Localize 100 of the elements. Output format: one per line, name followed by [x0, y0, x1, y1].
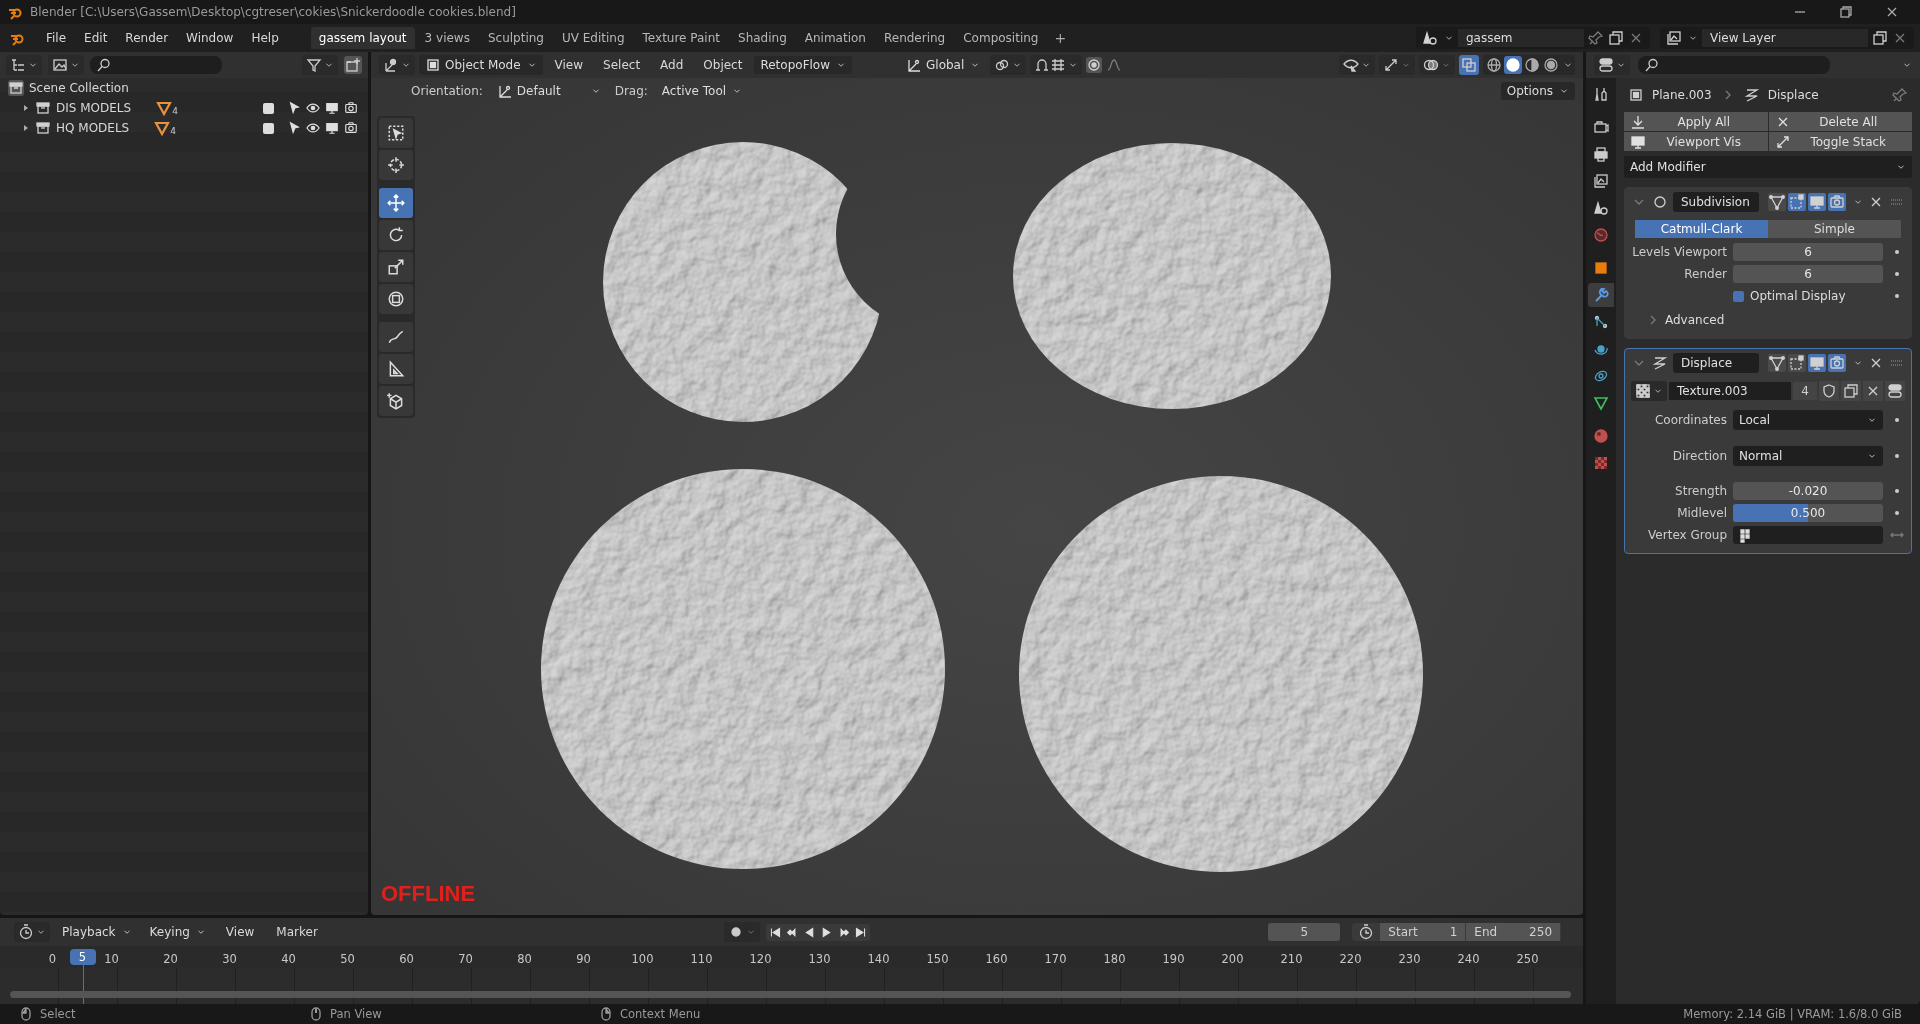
- xray-toggle-icon[interactable]: [1459, 55, 1479, 75]
- editor-type-button[interactable]: [1594, 55, 1630, 75]
- vertices-icon[interactable]: [1768, 193, 1786, 211]
- monitor-icon[interactable]: [325, 121, 339, 135]
- editor-type-button[interactable]: [6, 55, 42, 75]
- transform-orientation-dropdown[interactable]: Global: [900, 55, 987, 75]
- keyframe-dot[interactable]: [1895, 294, 1899, 298]
- add-workspace-button[interactable]: +: [1048, 30, 1073, 46]
- workspace-tab[interactable]: Shading: [730, 27, 795, 49]
- dropdown-field[interactable]: Local: [1733, 410, 1883, 430]
- eye-icon[interactable]: [306, 121, 320, 135]
- scene-icon[interactable]: [1422, 30, 1438, 46]
- type-option-button[interactable]: Catmull-Clark: [1635, 220, 1768, 238]
- orientation-dropdown[interactable]: Default: [490, 81, 607, 101]
- pin-icon[interactable]: [1892, 87, 1908, 103]
- subpanel-header[interactable]: Advanced: [1665, 313, 1725, 327]
- modifier-name-field[interactable]: Displace: [1673, 353, 1759, 373]
- viewport-button[interactable]: Viewport Vis: [1624, 132, 1768, 151]
- workspace-tab[interactable]: Texture Paint: [634, 27, 728, 49]
- shield-icon[interactable]: [1819, 381, 1839, 401]
- annotate-tool-button[interactable]: [379, 322, 413, 352]
- menu-item[interactable]: Edit: [76, 28, 116, 48]
- arrow-pointer-icon[interactable]: [287, 101, 301, 115]
- user-count[interactable]: 4: [1793, 382, 1817, 400]
- slider-field[interactable]: 0.500: [1733, 504, 1883, 522]
- number-field[interactable]: 6: [1733, 243, 1883, 261]
- menu-item[interactable]: Window: [178, 28, 242, 48]
- texture-name-field[interactable]: Texture.003: [1669, 382, 1792, 400]
- add-modifier-dropdown[interactable]: Add Modifier: [1624, 156, 1912, 178]
- pivot-point-button[interactable]: [990, 55, 1027, 75]
- gizmo-button[interactable]: [1379, 55, 1415, 75]
- wireframe-shading-icon[interactable]: [1485, 56, 1503, 74]
- copy-icon[interactable]: [1841, 381, 1861, 401]
- rotate-tool-button[interactable]: [379, 220, 413, 250]
- menu-item[interactable]: Help: [243, 28, 287, 48]
- copy-icon[interactable]: [1608, 30, 1624, 46]
- menu-item[interactable]: View: [217, 922, 263, 942]
- type-option-button[interactable]: Simple: [1768, 220, 1901, 238]
- search-field[interactable]: [90, 56, 222, 74]
- checkbox-label[interactable]: Optimal Display: [1750, 289, 1846, 303]
- arrow-pointer-icon[interactable]: [287, 121, 301, 135]
- proportional-edit-icon[interactable]: [1086, 57, 1103, 73]
- modifier-name-field[interactable]: Subdivision: [1673, 192, 1759, 212]
- options-dropdown[interactable]: Options: [1500, 82, 1575, 100]
- texture-browse-button[interactable]: [1631, 381, 1667, 401]
- addon-menu-dropdown[interactable]: RetopoFlow: [754, 56, 853, 74]
- scene-name-field[interactable]: gassem: [1458, 29, 1584, 47]
- end-frame-field[interactable]: End 250: [1466, 923, 1561, 941]
- search-field[interactable]: [1638, 56, 1830, 74]
- dashed-square-icon[interactable]: [1788, 193, 1806, 211]
- editor-type-button[interactable]: [14, 922, 50, 942]
- modifiers-tab[interactable]: [1588, 283, 1614, 307]
- apply-button[interactable]: Apply All: [1624, 112, 1768, 131]
- dashed-square-icon[interactable]: [1788, 354, 1806, 372]
- workspace-tab[interactable]: gassem layout: [310, 27, 415, 49]
- copy-icon[interactable]: [1872, 30, 1888, 46]
- keyframe-dot[interactable]: [1895, 511, 1899, 515]
- scrollbar[interactable]: [10, 991, 1571, 998]
- play-icon[interactable]: [820, 925, 834, 939]
- pin-icon[interactable]: [1588, 30, 1604, 46]
- workspace-tab[interactable]: Animation: [796, 27, 874, 49]
- visibility-button[interactable]: [1339, 55, 1375, 75]
- keyframe-dot[interactable]: [1895, 250, 1899, 254]
- menu-dropdown[interactable]: Keying: [143, 923, 212, 941]
- menu-item[interactable]: Object: [695, 55, 751, 75]
- camera-icon[interactable]: [344, 101, 358, 115]
- menu-item[interactable]: View: [546, 55, 592, 75]
- start-frame-field[interactable]: Start 1: [1380, 923, 1467, 941]
- keyframe-dot[interactable]: [1895, 454, 1899, 458]
- rendered-shading-icon[interactable]: [1542, 56, 1560, 74]
- vertex-group-field[interactable]: [1733, 526, 1883, 544]
- display-mode-button[interactable]: [48, 55, 84, 75]
- select-tool-button[interactable]: [379, 118, 413, 148]
- current-frame-field[interactable]: 5: [1268, 923, 1341, 941]
- camera-icon[interactable]: [344, 121, 358, 135]
- checkbox[interactable]: [263, 102, 274, 114]
- scale-tool-button[interactable]: [379, 252, 413, 282]
- measure-tool-button[interactable]: [379, 354, 413, 384]
- collection-name[interactable]: Scene Collection: [29, 81, 129, 95]
- toggle-button[interactable]: Toggle Stack: [1768, 132, 1912, 151]
- add-tool-button[interactable]: [379, 386, 413, 416]
- next-key-icon[interactable]: [837, 925, 851, 939]
- snap-button[interactable]: [1030, 55, 1083, 75]
- keyframe-dot[interactable]: [1895, 272, 1899, 276]
- keyframe-dot[interactable]: [1895, 418, 1899, 422]
- menu-item[interactable]: Render: [117, 28, 177, 48]
- checkbox[interactable]: [1733, 290, 1744, 302]
- material-shading-icon[interactable]: [1523, 56, 1541, 74]
- collection-name[interactable]: HQ MODELS: [56, 121, 130, 135]
- overlays-button[interactable]: [1419, 55, 1455, 75]
- keyframe-dot[interactable]: [1895, 489, 1899, 493]
- solid-shading-icon[interactable]: [1504, 56, 1522, 74]
- auto-keying-button[interactable]: [724, 922, 761, 942]
- vertices-icon[interactable]: [1768, 354, 1786, 372]
- view-layer-name-field[interactable]: View Layer: [1702, 29, 1868, 47]
- drag-dropdown[interactable]: Active Tool: [655, 82, 749, 100]
- view-layer-icon[interactable]: [1666, 30, 1682, 46]
- disclosure-triangle-icon[interactable]: [22, 104, 30, 112]
- editor-type-button[interactable]: [379, 55, 415, 75]
- monitor-icon[interactable]: [325, 101, 339, 115]
